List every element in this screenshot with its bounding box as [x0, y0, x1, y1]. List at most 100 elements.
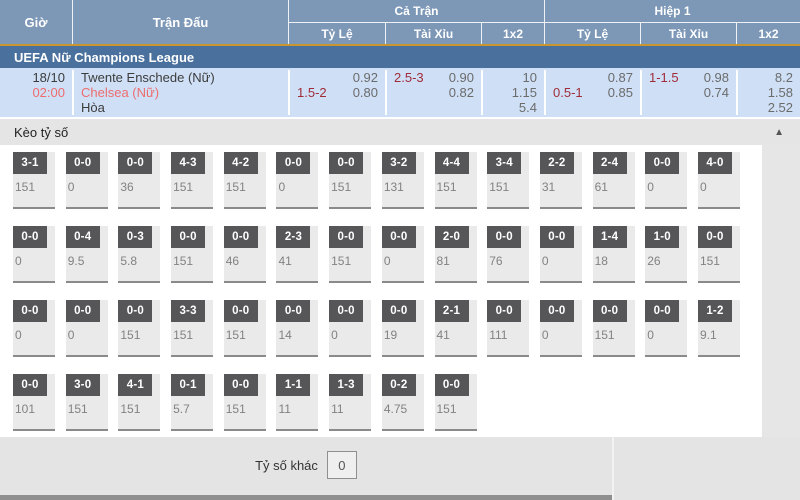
- score-odds-value: 151: [224, 322, 266, 342]
- score-cell[interactable]: 0-0 151: [329, 152, 371, 209]
- score-cell[interactable]: 0-0 151: [435, 374, 477, 431]
- score-cell[interactable]: 0-0 19: [382, 300, 424, 357]
- half-1x2-home[interactable]: 8.2: [775, 70, 793, 85]
- score-cell[interactable]: 4-0 0: [698, 152, 740, 209]
- score-cell[interactable]: 1-1 11: [276, 374, 318, 431]
- score-odds-value: 0: [645, 322, 687, 342]
- score-odds-value: 5.8: [118, 248, 160, 268]
- score-cell[interactable]: 2-4 61: [593, 152, 635, 209]
- score-row: 0-0 0 0-0 0 0-0 151 3-3 151 0-0 151 0-0 …: [0, 300, 800, 357]
- score-odds-value: 46: [224, 248, 266, 268]
- full-overunder-cell[interactable]: 2.5-30.90 0.82: [385, 70, 481, 115]
- half-1x2-cell[interactable]: 8.2 1.58 2.52: [736, 70, 800, 115]
- score-cell[interactable]: 0-0 14: [276, 300, 318, 357]
- score-cell[interactable]: 0-0 0: [276, 152, 318, 209]
- half-1x2-away[interactable]: 1.58: [768, 85, 793, 100]
- score-odds-value: 151: [171, 322, 213, 342]
- collapse-arrow-icon[interactable]: ▲: [774, 127, 784, 138]
- full-1x2-home[interactable]: 10: [523, 70, 537, 85]
- score-cell[interactable]: 0-0 0: [66, 152, 108, 209]
- full-1x2-away[interactable]: 1.15: [512, 85, 537, 100]
- score-badge: 4-0: [698, 152, 732, 174]
- score-cell[interactable]: 0-0 151: [171, 226, 213, 283]
- score-cell[interactable]: 0-0 0: [13, 300, 55, 357]
- half-overunder-cell[interactable]: 1-1.50.98 0.74: [640, 70, 736, 115]
- other-score-box[interactable]: 0: [327, 451, 357, 479]
- score-odds-value: 14: [276, 322, 318, 342]
- draw-label: Hòa: [81, 100, 105, 115]
- horizontal-scrollbar-thumb[interactable]: [0, 495, 612, 500]
- score-cell[interactable]: 1-2 9.1: [698, 300, 740, 357]
- full-1x2-cell[interactable]: 10 1.15 5.4: [481, 70, 544, 115]
- score-cell[interactable]: 3-4 151: [487, 152, 529, 209]
- score-cell[interactable]: 0-0 111: [487, 300, 529, 357]
- score-cell[interactable]: 4-2 151: [224, 152, 266, 209]
- half-handicap-home-odds[interactable]: 0.87: [608, 70, 633, 85]
- score-cell[interactable]: 0-0 0: [13, 226, 55, 283]
- score-cell[interactable]: 3-0 151: [66, 374, 108, 431]
- score-cell[interactable]: 4-4 151: [435, 152, 477, 209]
- score-cell[interactable]: 3-1 151: [13, 152, 55, 209]
- score-cell[interactable]: 0-0 0: [540, 226, 582, 283]
- score-section-title: Kèo tỷ số: [14, 125, 68, 140]
- score-cell[interactable]: 0-0 0: [66, 300, 108, 357]
- score-cell[interactable]: 0-0 151: [593, 300, 635, 357]
- score-odds-value: 151: [329, 174, 371, 194]
- score-cell[interactable]: 1-3 11: [329, 374, 371, 431]
- score-cell[interactable]: 2-3 41: [276, 226, 318, 283]
- score-cell[interactable]: 2-1 41: [435, 300, 477, 357]
- score-cell[interactable]: 0-0 0: [645, 152, 687, 209]
- score-cell[interactable]: 0-0 0: [645, 300, 687, 357]
- score-cell[interactable]: 0-0 101: [13, 374, 55, 431]
- score-odds-value: 0: [329, 322, 371, 342]
- full-handicap-home-odds[interactable]: 0.92: [353, 70, 378, 85]
- score-cell[interactable]: 0-0 36: [118, 152, 160, 209]
- score-odds-value: 0: [540, 322, 582, 342]
- score-odds-value: 151: [435, 174, 477, 194]
- score-cell[interactable]: 0-3 5.8: [118, 226, 160, 283]
- score-badge: 4-2: [224, 152, 258, 174]
- half-over-odds[interactable]: 0.98: [704, 70, 729, 85]
- score-cell[interactable]: 0-1 5.7: [171, 374, 213, 431]
- score-cell[interactable]: 2-2 31: [540, 152, 582, 209]
- half-1x2-draw[interactable]: 2.52: [768, 100, 793, 115]
- score-odds-value: 151: [66, 396, 108, 416]
- score-odds-value: 151: [118, 396, 160, 416]
- full-handicap-cell[interactable]: 0.92 1.5-20.80: [288, 70, 385, 115]
- score-odds-value: 151: [487, 174, 529, 194]
- score-cell[interactable]: 1-0 26: [645, 226, 687, 283]
- score-cell[interactable]: 0-4 9.5: [66, 226, 108, 283]
- match-teams-cell: Twente Enschede (Nữ) Chelsea (Nữ) Hòa: [72, 70, 288, 115]
- score-cell[interactable]: 2-0 81: [435, 226, 477, 283]
- score-section-header[interactable]: Kèo tỷ số ▲: [0, 119, 800, 145]
- half-handicap-away-odds[interactable]: 0.85: [608, 85, 633, 100]
- score-cell[interactable]: 0-0 151: [118, 300, 160, 357]
- score-cell[interactable]: 0-0 151: [224, 300, 266, 357]
- score-badge: 2-3: [276, 226, 310, 248]
- score-cell[interactable]: 3-3 151: [171, 300, 213, 357]
- score-cell[interactable]: 0-0 151: [224, 374, 266, 431]
- score-cell[interactable]: 3-2 131: [382, 152, 424, 209]
- half-under-odds[interactable]: 0.74: [704, 85, 729, 100]
- score-cell[interactable]: 0-0 0: [382, 226, 424, 283]
- other-score-row: Tỷ số khác 0: [0, 451, 612, 479]
- full-under-odds[interactable]: 0.82: [449, 85, 474, 100]
- score-cell[interactable]: 0-0 151: [698, 226, 740, 283]
- score-cell[interactable]: 4-1 151: [118, 374, 160, 431]
- score-cell[interactable]: 1-4 18: [593, 226, 635, 283]
- half-handicap-cell[interactable]: 0.87 0.5-10.85: [544, 70, 640, 115]
- score-cell[interactable]: 0-0 0: [329, 300, 371, 357]
- score-row: 0-0 0 0-4 9.5 0-3 5.8 0-0 151 0-0 46 2-3…: [0, 226, 800, 283]
- score-badge: 1-2: [698, 300, 732, 322]
- score-cell[interactable]: 0-0 0: [540, 300, 582, 357]
- score-cell[interactable]: 0-0 46: [224, 226, 266, 283]
- full-over-odds[interactable]: 0.90: [449, 70, 474, 85]
- score-cell[interactable]: 0-0 76: [487, 226, 529, 283]
- score-cell[interactable]: 4-3 151: [171, 152, 213, 209]
- score-cell[interactable]: 0-2 4.75: [382, 374, 424, 431]
- score-badge: 0-0: [118, 152, 152, 174]
- score-cell[interactable]: 0-0 151: [329, 226, 371, 283]
- full-handicap-away-odds[interactable]: 0.80: [353, 85, 378, 100]
- full-1x2-draw[interactable]: 5.4: [519, 100, 537, 115]
- column-header-full-1x2: 1x2: [481, 22, 544, 44]
